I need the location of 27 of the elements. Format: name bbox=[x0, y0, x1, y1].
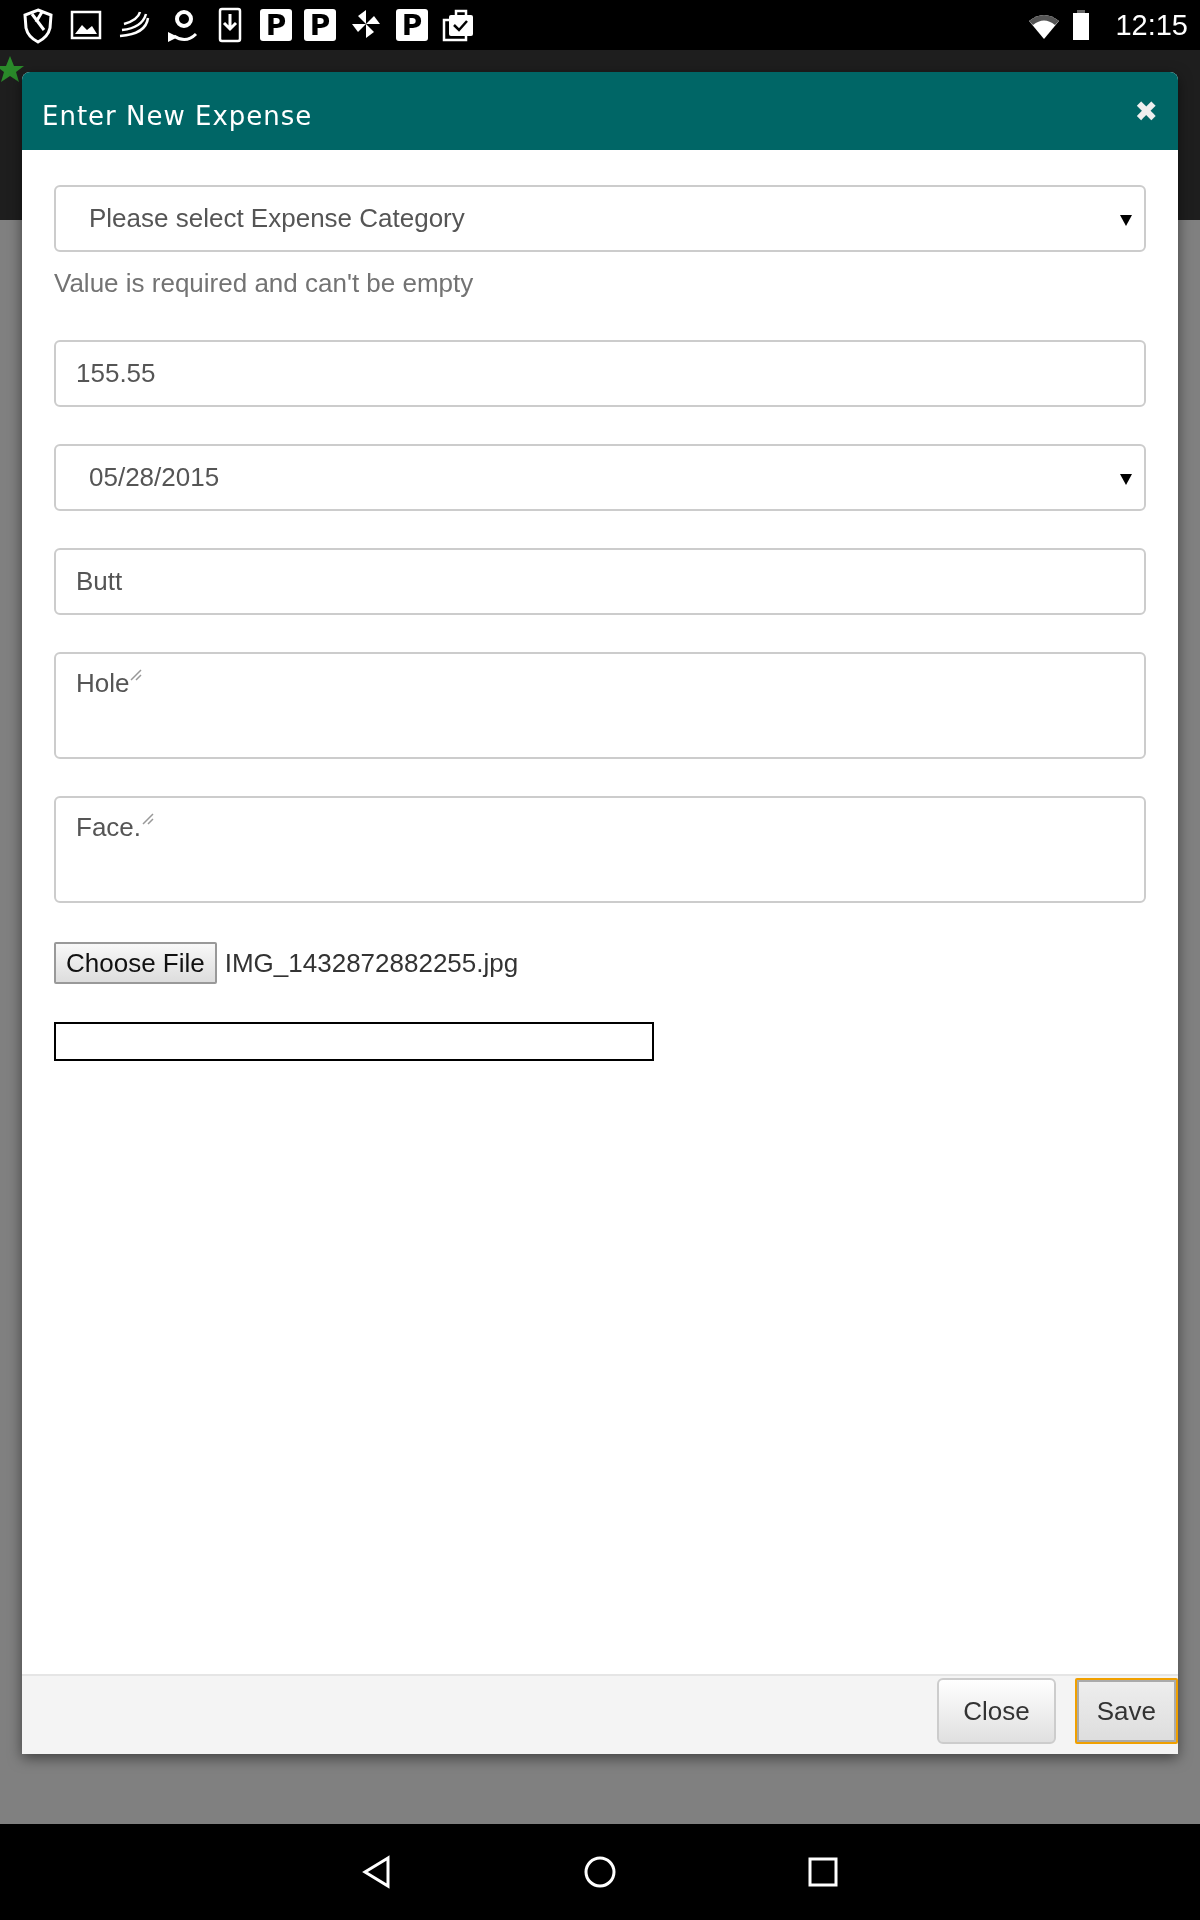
select-field[interactable]: Please select Expense Category bbox=[54, 185, 1146, 252]
close-button[interactable]: ✖ bbox=[1134, 94, 1158, 128]
star-icon bbox=[0, 54, 24, 84]
dropdown-arrow-icon bbox=[1120, 474, 1132, 485]
home-icon[interactable] bbox=[583, 1855, 617, 1889]
text-area[interactable]: Hole bbox=[54, 652, 1146, 759]
dialog-title: Enter New Expense bbox=[42, 101, 313, 131]
battery-icon bbox=[1073, 10, 1090, 40]
dropdown-arrow-icon bbox=[1120, 215, 1132, 226]
input-field[interactable]: 155.55 bbox=[54, 340, 1146, 407]
resize-grip-icon bbox=[141, 812, 156, 826]
dialog-button[interactable]: Close bbox=[937, 1678, 1056, 1744]
file-name: IMG_1432872882255.jpg bbox=[224, 947, 519, 979]
shield-icon bbox=[20, 6, 56, 44]
clock-time: 12:15 bbox=[1115, 8, 1188, 42]
resize-grip-icon bbox=[129, 668, 144, 682]
parking-icon: P bbox=[260, 9, 292, 41]
select-field[interactable]: 05/28/2015 bbox=[54, 444, 1146, 511]
choose-file-button[interactable]: Choose File bbox=[54, 942, 217, 984]
recents-icon[interactable] bbox=[807, 1856, 839, 1888]
parking-icon: P bbox=[396, 9, 428, 41]
text-area[interactable]: Face. bbox=[54, 796, 1146, 903]
dialog-button[interactable]: Save bbox=[1074, 1678, 1178, 1744]
parking-icon: P bbox=[304, 9, 336, 41]
validation-message: Value is required and can't be empty bbox=[54, 267, 475, 300]
back-icon[interactable] bbox=[361, 1855, 393, 1889]
input-field[interactable]: Butt bbox=[54, 548, 1146, 615]
